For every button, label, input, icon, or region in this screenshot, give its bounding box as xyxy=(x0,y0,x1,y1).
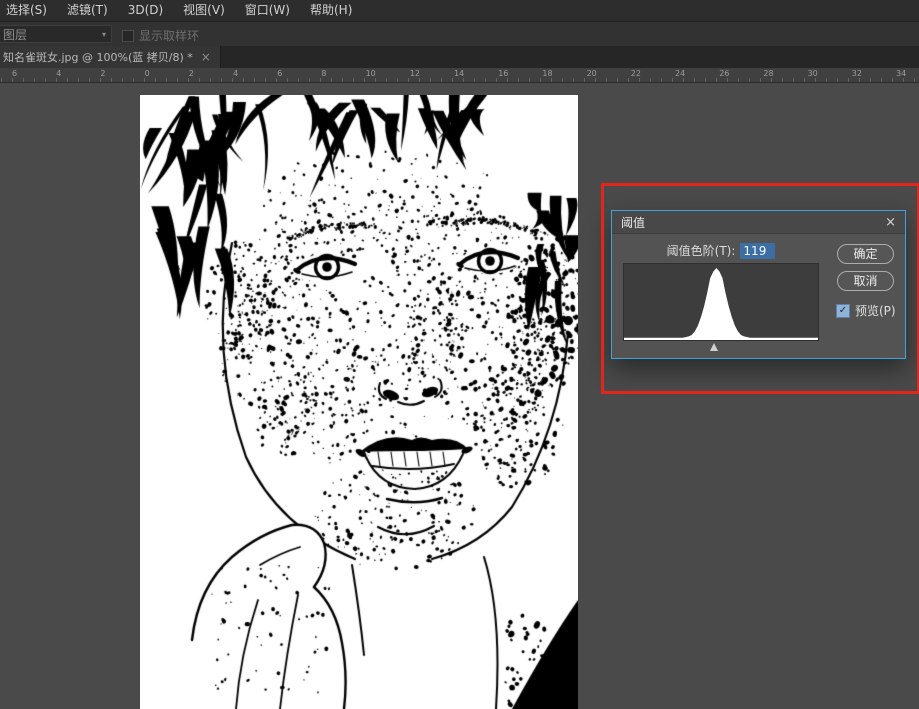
menu-item[interactable]: 3D(D) xyxy=(118,0,173,21)
ruler-tick-label: 14 xyxy=(454,69,464,78)
document-canvas[interactable] xyxy=(140,95,578,709)
dialog-title-bar[interactable]: 阈值 × xyxy=(612,211,905,234)
ruler-tick-label: 34 xyxy=(896,69,906,78)
menu-item[interactable]: 窗口(W) xyxy=(235,0,300,21)
menu-item[interactable]: 滤镜(T) xyxy=(57,0,118,21)
ruler-tick-label: 2 xyxy=(189,69,194,78)
menu-bar: 选择(S)滤镜(T)3D(D)视图(V)窗口(W)帮助(H) xyxy=(0,0,919,21)
dialog-title: 阈值 xyxy=(621,214,645,231)
preview-label: 预览(P) xyxy=(855,302,896,319)
ruler-tick-label: 32 xyxy=(852,69,862,78)
ruler-tick-label: 10 xyxy=(366,69,376,78)
threshold-slider[interactable] xyxy=(710,343,718,351)
checkbox-label: 显示取样环 xyxy=(139,27,199,44)
ruler-tick-label: 20 xyxy=(587,69,597,78)
histogram-plot xyxy=(624,264,818,340)
canvas-area: 阈值 × 阈值色阶(T): 119 确定 取消 ✓ 预览(P) xyxy=(0,82,919,709)
ruler-tick-label: 26 xyxy=(719,69,729,78)
ruler-tick-label: 16 xyxy=(498,69,508,78)
document-tab-bar: 知名雀斑女.jpg @ 100%(蓝 拷贝/8) * × xyxy=(0,46,919,68)
ruler-tick-label: 6 xyxy=(12,69,17,78)
ruler-tick-label: 2 xyxy=(100,69,105,78)
ruler-tick-label: 18 xyxy=(542,69,552,78)
photoshop-window: 选择(S)滤镜(T)3D(D)视图(V)窗口(W)帮助(H) 图层 ▾ 显示取样… xyxy=(0,0,919,709)
ruler-tick-label: 22 xyxy=(631,69,641,78)
threshold-level-row: 阈值色阶(T): 119 xyxy=(623,242,819,259)
dialog-close-icon[interactable]: × xyxy=(885,216,896,229)
horizontal-ruler: 6420246810121416182022242628303234 xyxy=(0,68,919,83)
threshold-histogram xyxy=(623,263,819,341)
menu-item[interactable]: 选择(S) xyxy=(0,0,57,21)
chevron-down-icon: ▾ xyxy=(102,30,106,39)
sample-dropdown-value: 图层 xyxy=(3,26,27,43)
show-sampling-ring-checkbox[interactable]: 显示取样环 xyxy=(122,27,199,44)
ruler-tick-label: 30 xyxy=(808,69,818,78)
ruler-tick-label: 4 xyxy=(233,69,238,78)
document-tab[interactable]: 知名雀斑女.jpg @ 100%(蓝 拷贝/8) * × xyxy=(0,46,221,68)
ruler-tick-label: 12 xyxy=(410,69,420,78)
threshold-slider-track[interactable] xyxy=(623,342,819,353)
threshold-dialog: 阈值 × 阈值色阶(T): 119 确定 取消 ✓ 预览(P) xyxy=(611,210,906,359)
sample-dropdown[interactable]: 图层 ▾ xyxy=(0,25,112,43)
ruler-tick-label: 24 xyxy=(675,69,685,78)
checkbox-box-icon xyxy=(122,30,134,42)
threshold-level-input[interactable]: 119 xyxy=(740,243,775,259)
ok-button[interactable]: 确定 xyxy=(837,244,894,264)
ruler-tick-label: 0 xyxy=(145,69,150,78)
preview-checkbox[interactable]: ✓ xyxy=(836,304,850,318)
threshold-level-label: 阈值色阶(T): xyxy=(667,242,736,259)
menu-item[interactable]: 视图(V) xyxy=(173,0,235,21)
ruler-tick-label: 4 xyxy=(56,69,61,78)
menu-item[interactable]: 帮助(H) xyxy=(300,0,362,21)
preview-row: ✓ 预览(P) xyxy=(836,302,896,319)
ruler-tick-label: 6 xyxy=(277,69,282,78)
ruler-tick-label: 8 xyxy=(321,69,326,78)
options-bar: 图层 ▾ 显示取样环 xyxy=(0,21,919,48)
tab-close-icon[interactable]: × xyxy=(201,50,211,64)
cancel-button[interactable]: 取消 xyxy=(837,271,894,291)
document-tab-title: 知名雀斑女.jpg @ 100%(蓝 拷贝/8) * xyxy=(3,49,193,65)
ruler-tick-label: 28 xyxy=(763,69,773,78)
